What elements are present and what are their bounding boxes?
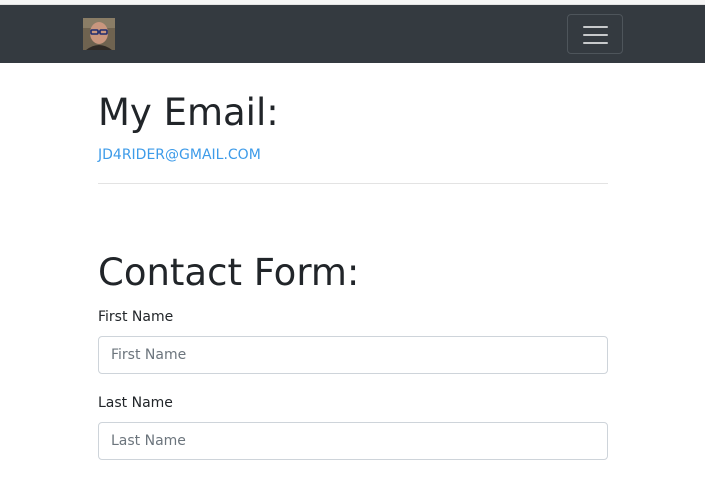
hamburger-menu-icon [583, 34, 608, 36]
email-heading: My Email: [98, 91, 279, 134]
email-link[interactable]: JD4RIDER@GMAIL.COM [98, 146, 261, 164]
section-divider [98, 183, 608, 184]
avatar[interactable] [83, 18, 115, 50]
hamburger-menu-icon [583, 42, 608, 44]
last-name-input[interactable] [98, 422, 608, 460]
first-name-input[interactable] [98, 336, 608, 374]
navbar-toggle-button[interactable] [567, 14, 623, 54]
hamburger-menu-icon [583, 26, 608, 28]
navbar [0, 5, 705, 63]
first-name-label: First Name [98, 309, 174, 325]
contact-form-heading: Contact Form: [98, 251, 360, 294]
last-name-label: Last Name [98, 395, 173, 411]
avatar-image [83, 18, 115, 50]
